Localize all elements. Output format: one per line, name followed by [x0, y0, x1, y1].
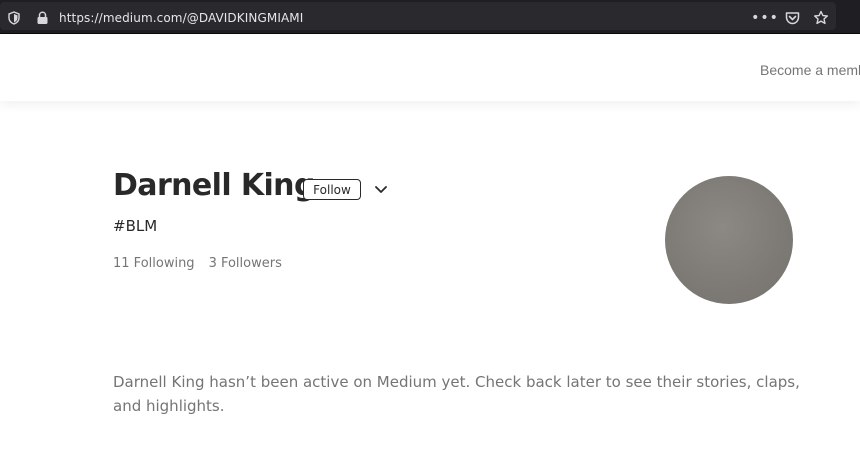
profile-stats: 11 Following 3 Followers — [113, 256, 282, 271]
browser-toolbar: https://medium.com/@DAVIDKINGMIAMI ••• — [0, 0, 860, 34]
avatar — [665, 176, 793, 304]
profile-name: Darnell King — [113, 168, 315, 203]
following-link[interactable]: 11 Following — [113, 256, 195, 271]
profile-bio: #BLM — [113, 217, 158, 235]
follow-button[interactable]: Follow — [303, 179, 361, 200]
address-bar[interactable]: https://medium.com/@DAVIDKINGMIAMI ••• — [0, 2, 836, 30]
become-member-link[interactable]: Become a memb — [760, 62, 860, 78]
lock-icon[interactable] — [34, 10, 50, 26]
more-actions-icon[interactable]: ••• — [751, 10, 778, 26]
pocket-icon[interactable] — [784, 10, 800, 26]
shield-icon[interactable] — [6, 10, 22, 26]
url-text[interactable]: https://medium.com/@DAVIDKINGMIAMI — [59, 11, 303, 25]
chevron-down-icon[interactable] — [372, 182, 390, 198]
inactive-message: Darnell King hasn’t been active on Mediu… — [113, 373, 800, 415]
bookmark-star-icon[interactable] — [812, 9, 830, 27]
followers-link[interactable]: 3 Followers — [209, 256, 282, 271]
site-header: Become a memb — [0, 35, 860, 101]
